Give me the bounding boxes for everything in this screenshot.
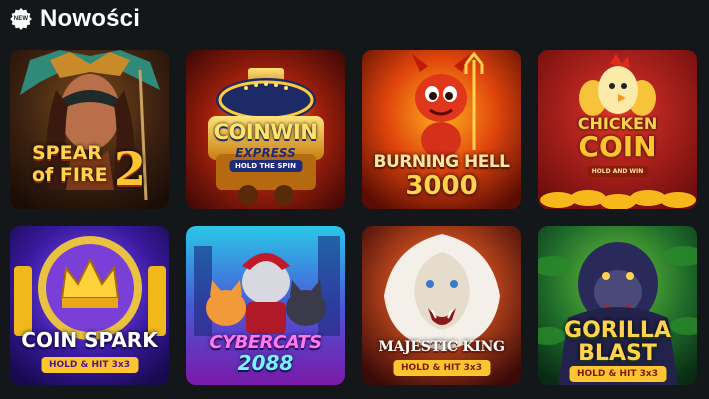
games-grid: SPEAR of FIRE 2 COINWIN EXPRESS HOLD THE… [10,50,697,385]
section-header: NEW Nowości [10,4,140,34]
game-title: COIN SPARK [21,328,158,352]
game-tile-coinwin-express[interactable]: COINWIN EXPRESS HOLD THE SPIN [186,50,345,209]
game-title: CHICKEN COIN [544,116,691,161]
new-badge-label: NEW [13,16,29,22]
game-title-line2: 3000 [405,171,478,201]
game-subtitle: EXPRESS [235,146,296,160]
game-tile-coin-spark[interactable]: COIN SPARK HOLD & HIT 3x3 [10,226,169,385]
game-tile-cybercats-2088[interactable]: CYBERCATS 2088 [186,226,345,385]
game-subtitle: HOLD & HIT 3x3 [393,360,490,376]
game-subtitle: HOLD & HIT 3x3 [41,357,138,373]
game-title-line2: COIN [578,130,657,163]
game-tile-burning-hell-3000[interactable]: BURNING HELL 3000 [362,50,521,209]
game-title: CYBERCATS 2088 [192,332,339,375]
game-title: MAJESTIC KING [378,339,505,355]
game-subtitle: HOLD AND WIN [586,166,649,177]
new-badge-icon: NEW [10,8,32,30]
game-title: BURNING HELL 3000 [368,152,515,201]
game-title-line1: BURNING HELL [373,152,510,172]
game-title-line1: CYBERCATS [209,332,322,353]
section-title: Nowości [40,5,141,32]
game-title-number: 2 [114,142,147,196]
game-tile-chicken-coin[interactable]: CHICKEN COIN HOLD AND WIN [538,50,697,209]
game-subtitle: HOLD & HIT 3x3 [569,366,666,382]
game-tile-majestic-king[interactable]: MAJESTIC KING HOLD & HIT 3x3 [362,226,521,385]
game-title-line1: GORILLA [564,318,671,343]
game-subtitle-secondary: HOLD THE SPIN [228,160,303,172]
game-title-line2: 2088 [237,351,294,375]
game-tile-gorilla-blast[interactable]: GORILLA BLAST HOLD & HIT 3x3 [538,226,697,385]
game-tile-spear-of-fire-2[interactable]: SPEAR of FIRE 2 [10,50,169,209]
game-title: COINWIN [213,120,318,144]
game-title-line2: BLAST [578,341,657,366]
game-title: GORILLA BLAST [544,320,691,365]
